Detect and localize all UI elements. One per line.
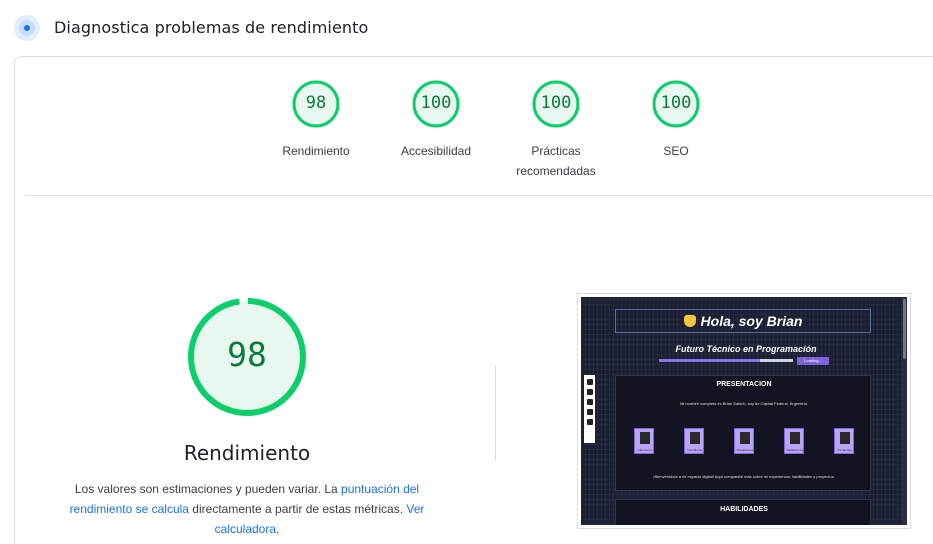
- final-screenshot-frame[interactable]: Hola, soy Brian Futuro Técnico en Progra…: [577, 293, 911, 529]
- copy-icon: [586, 409, 593, 415]
- screenshot-progress: [659, 359, 793, 362]
- doc-icon: Cambio tec: [684, 428, 704, 454]
- wave-hand-icon: [683, 315, 696, 327]
- final-screenshot: Hola, soy Brian Futuro Técnico en Progra…: [581, 297, 907, 525]
- presentation-intro: Mi nombre completo es Brian Sabich, soy …: [680, 401, 808, 406]
- desc-text-3: .: [276, 522, 280, 536]
- presentation-title: PRESENTACION: [716, 381, 772, 388]
- score-summary-bar: 98 Rendimiento 100 Accesibilidad 100 Prá…: [25, 57, 933, 197]
- doc-icon-label: Objetivos tec: [786, 448, 804, 452]
- screenshot-progress-fill: [659, 359, 760, 362]
- screenshot-presentation-panel: PRESENTACION Mi nombre completo es Brian…: [615, 375, 871, 491]
- performance-description: Los valores son estimaciones y pueden va…: [67, 479, 427, 539]
- gauge-seo-score: 100: [660, 93, 692, 113]
- screenshot-title-text: Hola, soy Brian: [700, 313, 803, 329]
- gauge-performance-label: Rendimiento: [282, 144, 350, 158]
- document-icon: [586, 419, 593, 425]
- github-icon: [586, 379, 593, 385]
- doc-icon-label: Fut tecnico: [837, 448, 853, 452]
- doc-icon: Fut tecnico: [834, 428, 854, 454]
- lighthouse-icon: [14, 15, 40, 41]
- page-title: Diagnostica problemas de rendimiento: [54, 18, 369, 37]
- doc-icon-label: Cambio tec: [687, 448, 703, 452]
- presentation-icons: Carrera tec Cambio tec Presenta tec Obje…: [634, 428, 856, 456]
- desc-text-2: directamente a partir de estas métricas.: [188, 502, 407, 516]
- screenshot-skills-panel: HABILIDADES: [615, 499, 871, 525]
- gauge-best-practices-label: Prácticas recomendadas: [516, 144, 596, 178]
- gauge-seo-label: SEO: [663, 144, 689, 158]
- skills-title: HABILIDADES: [720, 506, 768, 513]
- gauge-best-practices-score: 100: [540, 93, 572, 113]
- doc-icon-label: Carrera tec: [637, 448, 653, 452]
- gauge-performance-score: 98: [305, 93, 327, 113]
- screenshot-social-bar: [584, 375, 595, 443]
- gauge-accessibility-score: 100: [420, 93, 452, 113]
- screenshot-subtitle: Futuro Técnico en Programación: [675, 344, 817, 354]
- doc-icon: Objetivos tec: [784, 428, 804, 454]
- page-header: Diagnostica problemas de rendimiento: [0, 0, 933, 56]
- doc-icon: Presenta tec: [734, 428, 754, 454]
- performance-score: 98: [227, 335, 267, 374]
- presentation-welcome: ¡Bienvenido/a a mi espacio digital! Aquí…: [653, 474, 835, 479]
- screenshot-title: Hola, soy Brian: [615, 309, 871, 333]
- doc-icon: Carrera tec: [634, 428, 654, 454]
- mail-icon: [586, 399, 593, 405]
- report-card: 98 Rendimiento 100 Accesibilidad 100 Prá…: [14, 56, 933, 544]
- screenshot-scrollbar: [902, 297, 907, 525]
- vertical-separator: [495, 365, 496, 461]
- doc-icon-label: Presenta tec: [736, 448, 754, 452]
- linkedin-icon: [586, 389, 593, 395]
- performance-label: Rendimiento: [183, 441, 311, 465]
- gauge-accessibility-label: Accesibilidad: [400, 144, 472, 158]
- desc-text-1: Los valores son estimaciones y pueden va…: [74, 482, 342, 496]
- summary-divider: [25, 195, 933, 196]
- screenshot-loading-button: Loading...: [797, 357, 829, 365]
